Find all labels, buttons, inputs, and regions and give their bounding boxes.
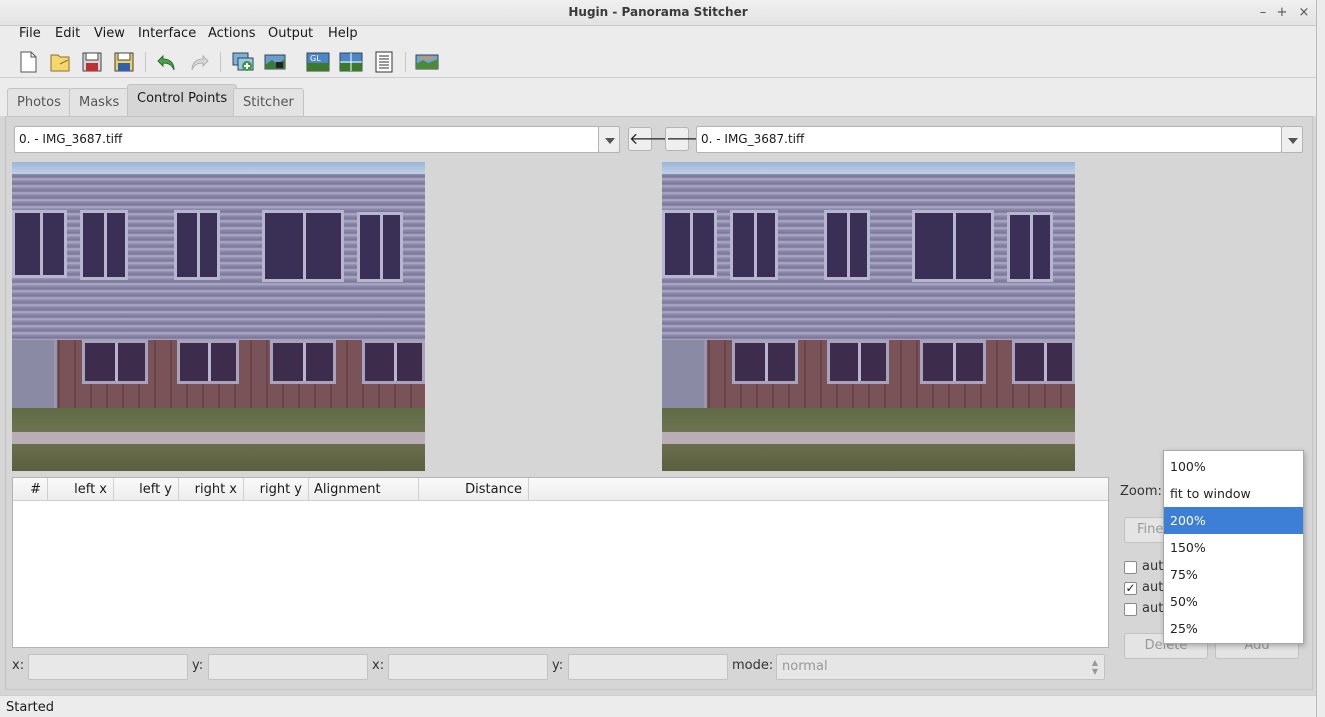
column-header-alignment[interactable]: Alignment <box>309 478 419 501</box>
tab-photos[interactable]: Photos <box>7 88 71 116</box>
menu-interface[interactable]: Interface <box>138 26 196 41</box>
preview-panorama-icon[interactable] <box>415 50 439 74</box>
column-header-right-x[interactable]: right x <box>179 478 244 501</box>
menu-view[interactable]: View <box>94 26 125 41</box>
add-images-icon[interactable] <box>231 50 255 74</box>
zoom-option-25[interactable]: 25% <box>1164 615 1303 642</box>
toolbar-separator <box>145 52 146 72</box>
left-image-select[interactable]: 0. - IMG_3687.tiff <box>14 126 600 153</box>
tab-control-points[interactable]: Control Points <box>127 84 238 117</box>
optimizer-icon[interactable] <box>372 50 396 74</box>
column-header-index[interactable]: # <box>13 478 48 501</box>
left-y-input[interactable] <box>208 654 368 680</box>
mode-select[interactable]: normal ▲ ▼ <box>776 654 1105 680</box>
previous-image-button[interactable]: 🡐 <box>628 127 672 151</box>
right-x-input[interactable] <box>388 654 548 680</box>
column-header-left-x[interactable]: left x <box>48 478 114 501</box>
mode-label: mode: <box>732 658 774 673</box>
column-header-right-y[interactable]: right y <box>244 478 309 501</box>
background-window-edge <box>1316 0 1325 717</box>
title-bar: Hugin - Panorama Stitcher – + × <box>0 0 1316 26</box>
maximize-button[interactable]: + <box>1273 4 1291 22</box>
toolbar-separator <box>220 52 221 72</box>
zoom-option-75[interactable]: 75% <box>1164 561 1303 588</box>
window-title: Hugin - Panorama Stitcher <box>568 5 748 19</box>
left-y-label: y: <box>192 658 204 673</box>
zoom-option-100[interactable]: 100% <box>1164 453 1303 480</box>
tab-bar: Photos Masks Control Points Stitcher <box>0 78 1316 117</box>
menu-output[interactable]: Output <box>268 26 313 41</box>
right-x-label: x: <box>372 658 385 673</box>
status-text: Started <box>6 700 55 715</box>
undo-icon[interactable] <box>155 50 179 74</box>
zoom-label: Zoom: <box>1120 484 1162 499</box>
new-project-icon[interactable] <box>16 50 40 74</box>
close-button[interactable]: × <box>1295 4 1313 22</box>
zoom-option-150[interactable]: 150% <box>1164 534 1303 561</box>
tab-masks[interactable]: Masks <box>69 88 130 116</box>
right-image-canvas[interactable] <box>662 162 1075 471</box>
assistant-icon[interactable] <box>263 50 287 74</box>
table-header: # left x left y right x right y Alignmen… <box>13 478 1108 501</box>
fast-preview-icon[interactable] <box>339 50 363 74</box>
left-x-label: x: <box>12 658 25 673</box>
control-points-table[interactable]: # left x left y right x right y Alignmen… <box>12 477 1109 648</box>
save-icon[interactable] <box>80 50 104 74</box>
gl-preview-icon[interactable]: GL <box>306 50 330 74</box>
right-y-input[interactable] <box>568 654 728 680</box>
left-image-canvas[interactable] <box>12 162 425 471</box>
minimize-button[interactable]: – <box>1254 4 1272 22</box>
zoom-dropdown-list[interactable]: 100% fit to window 200% 150% 75% 50% 25% <box>1163 450 1304 644</box>
menu-help[interactable]: Help <box>328 26 358 41</box>
right-image-dropdown-icon[interactable] <box>1281 126 1303 153</box>
column-header-distance[interactable]: Distance <box>419 478 529 501</box>
open-project-icon[interactable] <box>48 50 72 74</box>
zoom-option-200[interactable]: 200% <box>1164 507 1303 534</box>
auto-estimate-checkbox[interactable] <box>1124 603 1137 616</box>
menu-actions[interactable]: Actions <box>208 26 256 41</box>
left-x-input[interactable] <box>28 654 188 680</box>
mode-value: normal <box>782 659 828 674</box>
svg-text:GL: GL <box>310 54 321 63</box>
column-header-left-y[interactable]: left y <box>114 478 179 501</box>
toolbar: GL <box>0 44 1316 78</box>
status-bar: Started <box>0 695 1316 717</box>
auto-fine-tune-checkbox[interactable] <box>1124 561 1137 574</box>
toolbar-separator <box>405 52 406 72</box>
right-image-value: 0. - IMG_3687.tiff <box>701 132 805 146</box>
auto-add-checkbox[interactable]: ✓ <box>1124 582 1137 595</box>
tab-stitcher[interactable]: Stitcher <box>233 88 304 116</box>
next-image-button[interactable]: 🡒 <box>665 127 709 151</box>
right-y-label: y: <box>552 658 564 673</box>
zoom-option-fit[interactable]: fit to window <box>1164 480 1303 507</box>
redo-icon[interactable] <box>187 50 211 74</box>
right-image-select[interactable]: 0. - IMG_3687.tiff <box>696 126 1282 153</box>
menu-file[interactable]: File <box>19 26 41 41</box>
menu-bar: File Edit View Interface Actions Output … <box>0 26 1316 44</box>
spinner-arrows-icon: ▲ ▼ <box>1091 658 1098 676</box>
left-image-value: 0. - IMG_3687.tiff <box>19 132 123 146</box>
zoom-option-50[interactable]: 50% <box>1164 588 1303 615</box>
left-image-dropdown-icon[interactable] <box>598 126 620 153</box>
menu-edit[interactable]: Edit <box>55 26 80 41</box>
save-as-icon[interactable] <box>112 50 136 74</box>
